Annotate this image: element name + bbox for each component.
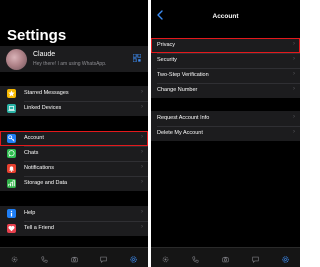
chevron-right-icon: › <box>141 89 143 95</box>
camera-icon <box>222 256 229 263</box>
avatar[interactable] <box>6 49 27 70</box>
calls-icon <box>41 256 48 263</box>
storage-icon <box>7 179 16 188</box>
account-row-change-number[interactable]: Change Number › <box>151 83 300 98</box>
chats-icon <box>100 256 107 264</box>
profile-row[interactable]: Claude Hey there! I am using WhatsApp. <box>0 46 148 72</box>
chevron-right-icon: › <box>141 209 143 215</box>
chevron-right-icon: › <box>141 179 143 185</box>
settings-row-label: Linked Devices <box>24 105 62 111</box>
settings-row-label: Account <box>24 135 44 141</box>
tab-calls[interactable]: Calls <box>184 250 208 267</box>
tab-status[interactable]: Status <box>154 250 178 267</box>
settings-row-label: Notifications <box>24 165 54 171</box>
calls-icon <box>192 256 199 263</box>
settings-icon <box>130 256 137 263</box>
settings-row-label: Help <box>24 210 36 216</box>
nav-title: Account <box>212 13 239 20</box>
profile-name: Claude <box>33 51 56 58</box>
settings-row-label: Tell a Friend <box>24 225 54 231</box>
tab-chats[interactable]: Chats <box>92 250 116 267</box>
account-row-label: Privacy <box>157 42 176 48</box>
heart-icon <box>7 224 16 233</box>
account-group-1: Privacy › Security › Two-Step Verification › C… <box>151 38 300 98</box>
qr-code-icon[interactable] <box>133 54 141 62</box>
chevron-right-icon: › <box>141 164 143 170</box>
settings-group-2: Account › Chats › Notifications › Storage and … <box>0 131 148 191</box>
account-row-label: Change Number <box>157 87 198 93</box>
key-icon <box>7 134 16 143</box>
settings-group-3: Help › Tell a Friend › <box>0 206 148 236</box>
tab-settings[interactable]: Settings <box>273 250 297 267</box>
settings-row-label: Chats <box>24 150 39 156</box>
account-row-label: Two-Step Verification <box>157 72 209 78</box>
chats-icon <box>252 256 259 264</box>
chevron-right-icon: › <box>293 114 295 120</box>
tab-status[interactable]: Status <box>3 250 27 267</box>
page-title: Settings <box>7 27 67 44</box>
account-row-label: Delete My Account <box>157 130 203 136</box>
chat-icon <box>7 149 16 158</box>
account-screen: Account Privacy › Security › Two-Step Verifi… <box>151 0 300 267</box>
settings-row-label: Starred Messages <box>24 90 69 96</box>
chevron-right-icon: › <box>293 129 295 135</box>
chevron-right-icon: › <box>293 86 295 92</box>
settings-row-notifications[interactable]: Notifications › <box>0 161 148 176</box>
settings-row-help[interactable]: Help › <box>0 206 148 221</box>
account-row-delete-my-account[interactable]: Delete My Account › <box>151 126 300 141</box>
chevron-right-icon: › <box>141 149 143 155</box>
settings-row-label: Storage and Data <box>24 180 68 186</box>
camera-icon <box>70 256 78 263</box>
tab-chats[interactable]: Chats <box>243 250 267 267</box>
settings-row-linked-devices[interactable]: Linked Devices › <box>0 101 148 116</box>
star-icon <box>7 89 16 98</box>
account-row-label: Security <box>157 57 177 63</box>
info-icon <box>7 209 16 218</box>
settings-row-storage-and-data[interactable]: Storage and Data › <box>0 176 148 191</box>
settings-screen: Settings Claude Hey there! I am using Wh… <box>0 0 148 267</box>
settings-icon <box>281 256 289 263</box>
profile-status: Hey there! I am using WhatsApp. <box>33 61 107 67</box>
account-row-request-account-info[interactable]: Request Account Info › <box>151 111 300 126</box>
settings-row-starred-messages[interactable]: Starred Messages › <box>0 86 148 101</box>
tab-bar: Status Calls Camera Chats Settings <box>0 247 148 267</box>
account-row-two-step-verification[interactable]: Two-Step Verification › <box>151 68 300 83</box>
account-row-privacy[interactable]: Privacy › <box>151 38 300 53</box>
account-row-label: Request Account Info <box>157 115 210 121</box>
chevron-right-icon: › <box>141 224 143 230</box>
tab-settings[interactable]: Settings <box>121 250 145 267</box>
bell-icon <box>7 164 16 173</box>
status-icon <box>163 256 169 263</box>
settings-row-chats[interactable]: Chats › <box>0 146 148 161</box>
chevron-right-icon: › <box>293 56 295 62</box>
tab-bar: Status Calls Camera Chats Settings <box>151 247 300 267</box>
tab-calls[interactable]: Calls <box>32 250 56 267</box>
account-group-2: Request Account Info › Delete My Account › <box>151 111 300 141</box>
chevron-right-icon: › <box>141 134 143 140</box>
chevron-right-icon: › <box>293 41 295 47</box>
laptop-icon <box>7 104 16 113</box>
settings-group-1: Starred Messages › Linked Devices › <box>0 86 148 116</box>
chevron-right-icon: › <box>141 104 143 110</box>
status-icon <box>11 256 18 263</box>
chevron-right-icon: › <box>293 71 295 77</box>
settings-row-tell-a-friend[interactable]: Tell a Friend › <box>0 221 148 236</box>
tab-camera[interactable]: Camera <box>214 250 238 267</box>
settings-row-account[interactable]: Account › <box>0 131 148 146</box>
account-row-security[interactable]: Security › <box>151 53 300 68</box>
tab-camera[interactable]: Camera <box>62 250 86 267</box>
